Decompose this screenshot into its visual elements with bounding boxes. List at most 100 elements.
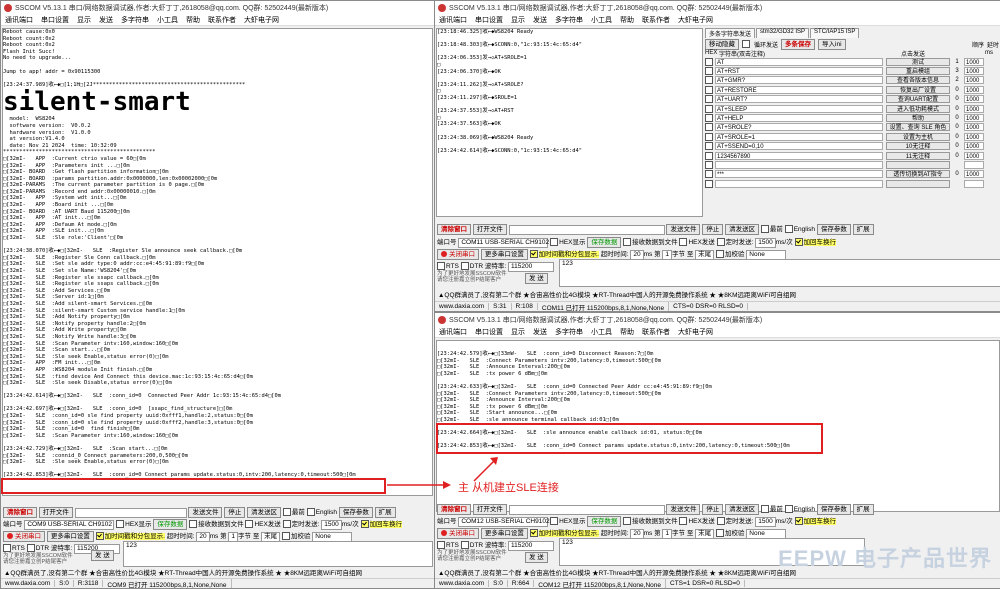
loop-send-checkbox[interactable] [742, 40, 750, 48]
order-input[interactable]: 0 [950, 106, 964, 112]
save-params-button[interactable]: 保存参数 [338, 507, 373, 518]
send-string-button[interactable]: 10无注释 [886, 142, 950, 151]
send-string-button[interactable]: 查询UART配置 [886, 95, 950, 104]
more-settings-button[interactable]: 更多串口设置 [480, 528, 528, 539]
expand-button[interactable]: 扩展 [852, 504, 874, 515]
menu-item[interactable]: 显示 [507, 327, 529, 337]
delay-input[interactable]: 1000 [964, 151, 984, 160]
clear-send-button[interactable]: 清发送区 [725, 504, 760, 515]
hex-checkbox[interactable] [705, 123, 713, 132]
string-input[interactable]: 1234567890 [715, 151, 883, 160]
delay-input[interactable]: 1000 [964, 85, 984, 94]
send-string-button[interactable]: 查看各版本信息 [886, 76, 950, 85]
add-crlf-checkbox[interactable] [794, 238, 803, 247]
menu-item[interactable]: 显示 [73, 15, 95, 25]
file-path-field[interactable] [74, 508, 187, 518]
topmost-checkbox[interactable] [282, 508, 291, 517]
close-port-button[interactable]: 关闭串口 [3, 531, 45, 542]
string-input[interactable]: AT+SROLE=1 [715, 132, 883, 141]
send-string-button[interactable]: 设置为主机 [886, 132, 950, 141]
string-input[interactable]: AT+GMR? [715, 76, 883, 85]
hex-display-checkbox[interactable] [550, 238, 559, 247]
string-input[interactable]: AT+RESTORE [715, 85, 883, 94]
string-input[interactable]: AT [715, 57, 883, 66]
send-string-button[interactable]: 测试 [886, 57, 950, 66]
topmost-checkbox[interactable] [760, 505, 769, 514]
stop-button[interactable]: 停止 [702, 504, 724, 515]
menu-item[interactable]: 发送 [529, 15, 551, 25]
menu-item[interactable]: 多字符串 [117, 15, 153, 25]
order-input[interactable]: 0 [950, 87, 964, 93]
file-path-field[interactable] [508, 225, 665, 235]
menu-item[interactable]: 大虾电子网 [674, 327, 717, 337]
checksum-checkbox[interactable] [715, 529, 724, 538]
hex-checkbox[interactable] [705, 76, 713, 85]
close-port-button[interactable]: 关闭串口 [437, 528, 479, 539]
checksum-checkbox[interactable] [281, 532, 290, 541]
string-input[interactable]: AT+SROLE? [715, 123, 883, 132]
string-input[interactable] [715, 160, 883, 169]
interval-input[interactable]: 1500 [755, 517, 776, 527]
string-input[interactable]: AT+SSEND=0,10 [715, 142, 883, 151]
hex-checkbox[interactable] [705, 67, 713, 76]
delay-input[interactable]: 1000 [964, 57, 984, 66]
timed-send-checkbox[interactable] [716, 517, 725, 526]
menu-item[interactable]: 发送 [95, 15, 117, 25]
clear-window-button[interactable]: 清除窗口 [437, 224, 471, 235]
clear-send-button[interactable]: 清发送区 [247, 507, 282, 518]
send-string-button[interactable]: 帮助 [886, 114, 950, 123]
menu-item[interactable]: 联系作者 [638, 327, 674, 337]
string-input[interactable]: AT+UART? [715, 95, 883, 104]
delay-input[interactable]: 1000 [964, 67, 984, 76]
interval-input[interactable]: 1500 [755, 238, 776, 248]
multi-tab[interactable]: stm32/GD32 ISP [756, 28, 810, 38]
send-file-button[interactable]: 发送文件 [188, 507, 223, 518]
dtr-checkbox[interactable] [460, 262, 469, 271]
send-button[interactable]: 发 送 [91, 550, 114, 561]
send-textarea[interactable]: 123 [123, 541, 433, 567]
delay-input[interactable]: 1000 [964, 114, 984, 123]
hex-checkbox[interactable] [705, 151, 713, 160]
left-receive-log[interactable]: Reboot cause:0x0 Reboot count:0x2 Reboot c… [2, 28, 433, 496]
hex-send-checkbox[interactable] [245, 520, 254, 529]
delay-input[interactable] [964, 160, 984, 169]
order-input[interactable]: 1 [950, 59, 964, 65]
send-string-button[interactable]: 设置、查询 SLE 角色 [886, 123, 950, 132]
menu-item[interactable]: 通讯端口 [435, 327, 471, 337]
stop-button[interactable]: 停止 [224, 507, 246, 518]
expand-button[interactable]: 扩展 [852, 224, 874, 235]
string-input[interactable]: AT+HELP [715, 114, 883, 123]
delay-input[interactable]: 1000 [964, 132, 984, 141]
order-input[interactable]: 0 [950, 153, 964, 159]
send-string-button[interactable]: 透传切换到AT指令 [886, 170, 950, 179]
english-checkbox[interactable] [784, 225, 793, 234]
send-button[interactable]: 发 送 [525, 552, 548, 563]
stop-button[interactable]: 停止 [702, 224, 724, 235]
baud-select[interactable]: 115200 [508, 262, 554, 272]
rts-checkbox[interactable] [437, 262, 445, 271]
hex-checkbox[interactable] [705, 95, 713, 104]
menu-item[interactable]: 通讯端口 [1, 15, 37, 25]
add-crlf-checkbox[interactable] [360, 520, 369, 529]
delay-input[interactable]: 1000 [964, 104, 984, 113]
multi-tab[interactable]: 多条字符串发送 [705, 28, 756, 38]
menu-item[interactable]: 小工具 [587, 15, 616, 25]
checksum-checkbox[interactable] [715, 250, 724, 259]
menu-item[interactable]: 帮助 [616, 327, 638, 337]
send-string-button[interactable]: 恢复出厂设置 [886, 85, 950, 94]
send-textarea[interactable]: 123 [559, 259, 1000, 287]
baud-select[interactable]: 115200 [508, 541, 554, 551]
hex-checkbox[interactable] [705, 170, 713, 179]
order-input[interactable]: 3 [950, 68, 964, 74]
close-port-button[interactable]: 关闭串口 [437, 249, 479, 260]
rt-receive-log[interactable]: [23:18:46.325]收←◆WS8204 Ready [23:18:48.3… [436, 28, 703, 217]
clear-send-button[interactable]: 清发送区 [725, 224, 760, 235]
order-input[interactable]: 0 [950, 115, 964, 121]
send-string-button[interactable]: 进入低功耗模式 [886, 104, 950, 113]
menu-item[interactable]: 帮助 [616, 15, 638, 25]
delay-input[interactable]: 1000 [964, 170, 984, 179]
english-checkbox[interactable] [306, 508, 315, 517]
timed-send-checkbox[interactable] [716, 238, 725, 247]
send-string-button[interactable]: 11无注释 [886, 151, 950, 160]
menu-item[interactable]: 通讯端口 [435, 15, 471, 25]
